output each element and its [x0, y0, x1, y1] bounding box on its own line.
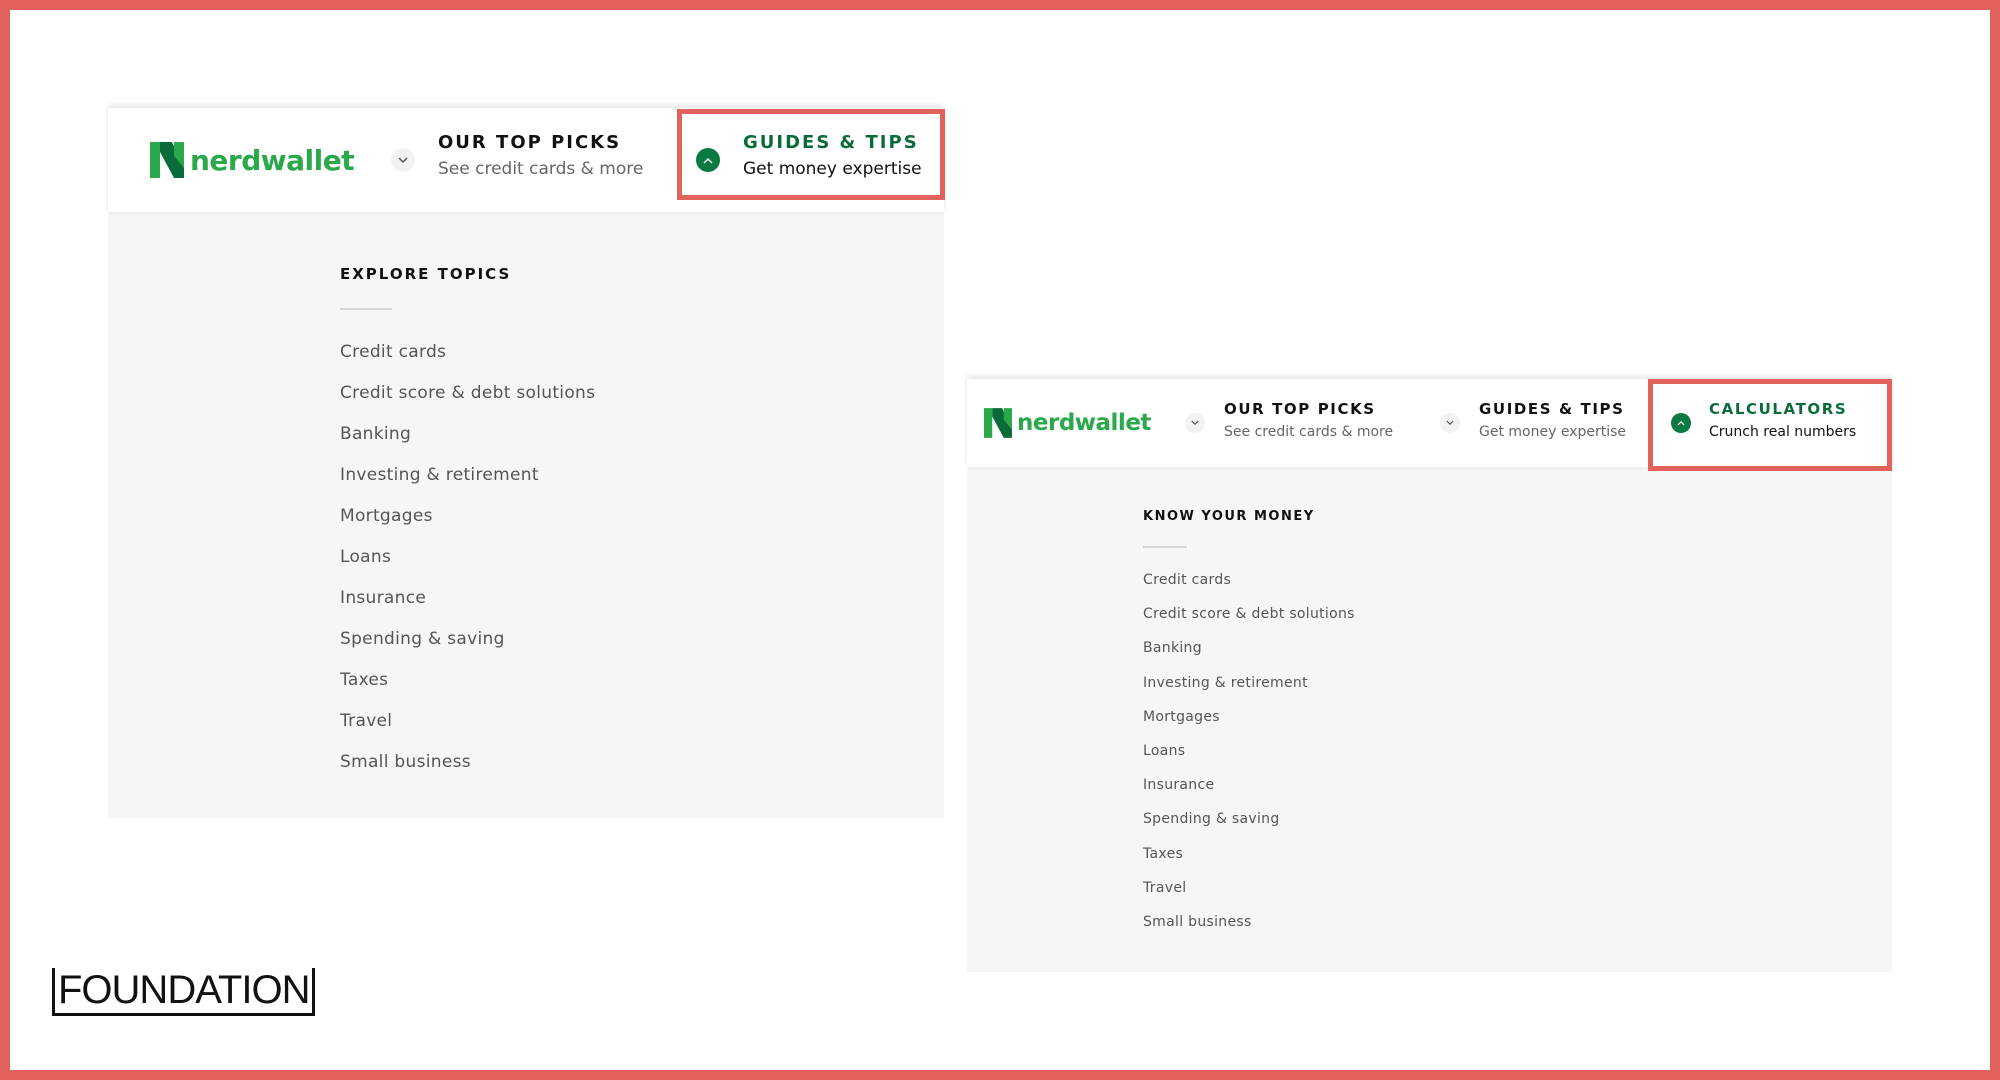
top-picks-chevron-down-icon[interactable] [391, 148, 415, 172]
logo-text: nerdwallet [190, 143, 355, 177]
topic-link-loans[interactable]: Loans [340, 537, 595, 578]
topic-list: Credit cards Credit score & debt solutio… [1143, 563, 1355, 939]
nav-title: GUIDES & TIPS [1479, 400, 1625, 418]
topic-link-credit-score[interactable]: Credit score & debt solutions [1143, 597, 1355, 631]
logo-text: nerdwallet [1017, 410, 1151, 436]
section-title-explore-topics: EXPLORE TOPICS [340, 265, 512, 283]
section-divider [340, 308, 392, 310]
topic-link-credit-cards[interactable]: Credit cards [1143, 563, 1355, 597]
topic-link-spending-saving[interactable]: Spending & saving [340, 619, 595, 660]
nav-title: OUR TOP PICKS [438, 132, 622, 153]
topic-list: Credit cards Credit score & debt solutio… [340, 332, 595, 783]
nav-subtitle: See credit cards & more [1224, 424, 1394, 440]
topic-link-travel[interactable]: Travel [1143, 871, 1355, 905]
topic-link-credit-cards[interactable]: Credit cards [340, 332, 595, 373]
guides-chevron-down-icon[interactable] [1440, 413, 1460, 433]
topic-link-investing[interactable]: Investing & retirement [340, 455, 595, 496]
nav-our-top-picks[interactable]: OUR TOP PICKS See credit cards & more [438, 132, 643, 179]
left-nav-screenshot: nerdwallet OUR TOP PICKS See credit card… [108, 108, 944, 818]
topic-link-investing[interactable]: Investing & retirement [1143, 666, 1355, 700]
nav-our-top-picks[interactable]: OUR TOP PICKS See credit cards & more [1224, 400, 1393, 440]
topic-link-small-business[interactable]: Small business [1143, 905, 1355, 939]
left-nerdwallet-logo[interactable]: nerdwallet [150, 142, 355, 178]
topic-link-banking[interactable]: Banking [1143, 631, 1355, 665]
top-picks-chevron-down-icon[interactable] [1185, 413, 1205, 433]
topic-link-credit-score[interactable]: Credit score & debt solutions [340, 373, 595, 414]
section-divider [1143, 546, 1187, 548]
nerdwallet-n-icon [150, 142, 184, 178]
nerdwallet-n-icon [984, 408, 1012, 438]
nav-subtitle: See credit cards & more [438, 159, 644, 179]
topic-link-loans[interactable]: Loans [1143, 734, 1355, 768]
topic-link-mortgages[interactable]: Mortgages [1143, 700, 1355, 734]
topic-link-taxes[interactable]: Taxes [340, 660, 595, 701]
topic-link-banking[interactable]: Banking [340, 414, 595, 455]
foundation-logo: FOUNDATION [52, 968, 316, 1016]
nav-guides-and-tips[interactable]: GUIDES & TIPS Get money expertise [1479, 400, 1626, 440]
topic-link-small-business[interactable]: Small business [340, 742, 595, 783]
topic-link-mortgages[interactable]: Mortgages [340, 496, 595, 537]
nav-title: OUR TOP PICKS [1224, 400, 1376, 418]
topic-link-taxes[interactable]: Taxes [1143, 837, 1355, 871]
topic-link-travel[interactable]: Travel [340, 701, 595, 742]
right-nerdwallet-logo[interactable]: nerdwallet [984, 408, 1151, 438]
calculators-highlight-box [1648, 379, 1892, 471]
topic-link-insurance[interactable]: Insurance [1143, 768, 1355, 802]
topic-link-insurance[interactable]: Insurance [340, 578, 595, 619]
section-title-know-your-money: KNOW YOUR MONEY [1143, 509, 1315, 524]
nav-subtitle: Get money expertise [1479, 424, 1627, 440]
topic-link-spending-saving[interactable]: Spending & saving [1143, 802, 1355, 836]
guides-highlight-box [677, 109, 945, 200]
